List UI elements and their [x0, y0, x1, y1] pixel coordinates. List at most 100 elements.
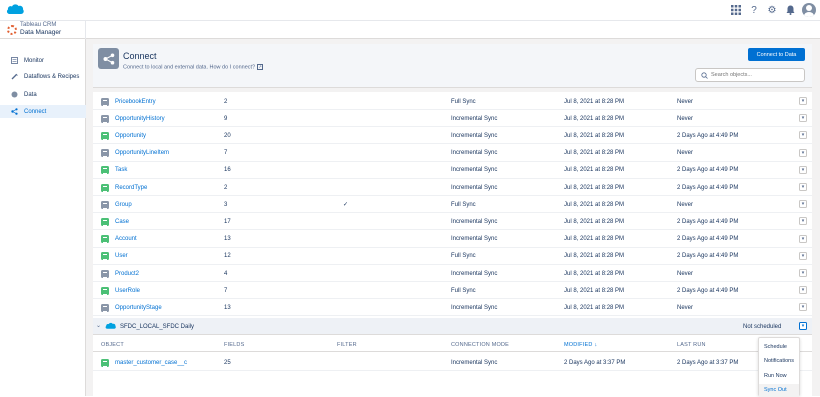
connect-icon: [11, 108, 18, 115]
cell-modified: Jul 8, 2021 at 8:28 PM: [564, 167, 625, 174]
object-link[interactable]: Product2: [115, 271, 139, 277]
column-header-fields[interactable]: FIELDS: [224, 338, 244, 352]
notifications-bell-icon[interactable]: [784, 4, 796, 16]
cell-modified: Jul 8, 2021 at 8:28 PM: [564, 115, 625, 122]
table-row: Opportunity 20 Incremental Sync Jul 8, 2021…: [93, 127, 812, 145]
cell-modified: Jul 8, 2021 at 8:28 PM: [564, 184, 625, 191]
object-link[interactable]: UserRole: [115, 288, 140, 294]
row-menu-button[interactable]: ▾: [799, 234, 807, 243]
row-menu-button[interactable]: ▾: [799, 131, 807, 140]
row-menu-button[interactable]: ▾: [799, 148, 807, 157]
table-row: Case 17 Incremental Sync Jul 8, 2021 at 8:2…: [93, 213, 812, 231]
cell-object: User: [101, 248, 128, 265]
salesforce-logo[interactable]: [6, 3, 24, 16]
object-icon: [101, 114, 109, 123]
object-link[interactable]: master_customer_case__c: [115, 360, 187, 366]
connection-group-row[interactable]: ⌄ SFDC_LOCAL_SFDC Daily Not scheduled ▾: [93, 318, 812, 335]
column-header-filter[interactable]: FILTER: [337, 338, 357, 352]
object-link[interactable]: Task: [115, 167, 127, 173]
cell-object: RecordType: [101, 179, 147, 196]
cell-object: master_customer_case__c: [101, 354, 187, 371]
cell-object: UserRole: [101, 282, 140, 299]
object-icon: [101, 358, 109, 367]
menu-item-notifications[interactable]: Notifications: [759, 355, 799, 368]
sidebar-item-dataflows-recipes[interactable]: Dataflows & Recipes: [0, 70, 86, 83]
help-icon[interactable]: ?: [748, 4, 760, 16]
cell-connection-mode: Full Sync: [451, 287, 476, 294]
table-row: Account 13 Incremental Sync Jul 8, 2021 at …: [93, 231, 812, 248]
sidebar: Monitor Dataflows & Recipes Data Connect: [0, 39, 86, 396]
column-header-last-run[interactable]: LAST RUN: [677, 338, 706, 352]
row-menu-button[interactable]: ▾: [799, 183, 807, 191]
table-row: Task 16 Incremental Sync Jul 8, 2021 at 8:2…: [93, 162, 812, 179]
cell-last-run: Never: [677, 98, 694, 105]
user-avatar[interactable]: [802, 3, 816, 17]
table-row: RecordType 2 Incremental Sync Jul 8, 2021 a…: [93, 179, 812, 196]
chevron-down-icon[interactable]: ⌄: [96, 322, 101, 329]
setup-gear-icon[interactable]: ⚙: [766, 4, 778, 16]
cell-fields: 12: [224, 253, 231, 260]
sidebar-item-data[interactable]: Data: [0, 88, 86, 101]
column-header-modified[interactable]: MODIFIED ↓: [564, 338, 597, 352]
row-menu-button[interactable]: ▾: [799, 114, 807, 123]
row-menu-button[interactable]: ▾: [799, 303, 807, 312]
cell-connection-mode: Full Sync: [451, 253, 476, 260]
search-box[interactable]: [695, 68, 805, 82]
object-icon: [101, 131, 109, 140]
object-icon: [101, 235, 109, 244]
app-title: Tableau CRM: [20, 22, 57, 28]
cell-object: PricebookEntry: [101, 93, 156, 110]
table-row: OpportunityLineItem 7 Incremental Sync Jul …: [93, 145, 812, 162]
connection-menu-button[interactable]: ▾: [799, 322, 807, 330]
cell-modified: Jul 8, 2021 at 8:28 PM: [564, 218, 625, 225]
cell-object: OpportunityLineItem: [101, 145, 169, 162]
object-link[interactable]: RecordType: [115, 185, 147, 191]
object-link[interactable]: Account: [115, 236, 137, 242]
connect-to-data-button[interactable]: Connect to Data: [748, 48, 805, 61]
column-header-connection-mode[interactable]: CONNECTION MODE: [451, 338, 509, 352]
row-menu-button[interactable]: ▾: [799, 251, 807, 260]
object-link[interactable]: Opportunity: [115, 133, 146, 139]
search-input[interactable]: [711, 72, 801, 78]
object-link[interactable]: OpportunityLineItem: [115, 150, 169, 156]
row-menu-button[interactable]: ▾: [799, 97, 807, 105]
sidebar-item-label: Connect: [24, 108, 47, 115]
row-menu-button[interactable]: ▾: [799, 286, 807, 295]
object-link[interactable]: Group: [115, 202, 132, 208]
object-link[interactable]: Case: [115, 219, 129, 225]
object-icon: [101, 166, 109, 175]
cell-modified: Jul 8, 2021 at 8:28 PM: [564, 287, 625, 294]
cell-connection-mode: Incremental Sync: [451, 218, 498, 225]
sidebar-item-connect[interactable]: Connect: [0, 105, 86, 118]
object-icon: [101, 183, 109, 192]
menu-item-schedule[interactable]: Schedule: [759, 340, 799, 353]
row-menu-button[interactable]: ▾: [799, 269, 807, 277]
external-link-icon[interactable]: ↗: [257, 64, 264, 70]
row-menu-button[interactable]: ▾: [799, 165, 807, 174]
main-content: Connect Connect to local and external da…: [86, 39, 820, 396]
sidebar-item-monitor[interactable]: Monitor: [0, 54, 86, 67]
connection-actions-menu: Schedule Notifications Run Now Sync Out: [758, 337, 800, 397]
cell-last-run: 2 Days Ago at 4:49 PM: [677, 167, 739, 174]
menu-item-run-now[interactable]: Run Now: [759, 369, 799, 382]
menu-item-sync-out[interactable]: Sync Out: [759, 383, 799, 397]
object-link[interactable]: OpportunityHistory: [115, 116, 165, 122]
object-link[interactable]: OpportunityStage: [115, 305, 162, 311]
cell-connection-mode: Incremental Sync: [451, 167, 498, 174]
row-menu-button[interactable]: ▾: [799, 217, 807, 226]
cell-last-run: 2 Days Ago at 4:49 PM: [677, 287, 739, 294]
app-launcher-icon[interactable]: [730, 4, 742, 16]
object-link[interactable]: PricebookEntry: [115, 99, 156, 105]
cell-fields: 20: [224, 132, 231, 139]
object-icon: [101, 97, 109, 106]
cell-modified: Jul 8, 2021 at 8:28 PM: [564, 304, 625, 311]
cell-connection-mode: Incremental Sync: [451, 304, 498, 311]
column-header-object[interactable]: OBJECT: [101, 338, 124, 352]
cell-last-run: 2 Days Ago at 4:49 PM: [677, 132, 739, 139]
cell-fields: 13: [224, 304, 231, 311]
cell-modified: Jul 8, 2021 at 8:28 PM: [564, 253, 625, 260]
object-link[interactable]: User: [115, 253, 128, 259]
divider: [85, 21, 86, 39]
column-headers: OBJECT FIELDS FILTER CONNECTION MODE MOD…: [93, 338, 812, 352]
row-menu-button[interactable]: ▾: [799, 200, 807, 209]
